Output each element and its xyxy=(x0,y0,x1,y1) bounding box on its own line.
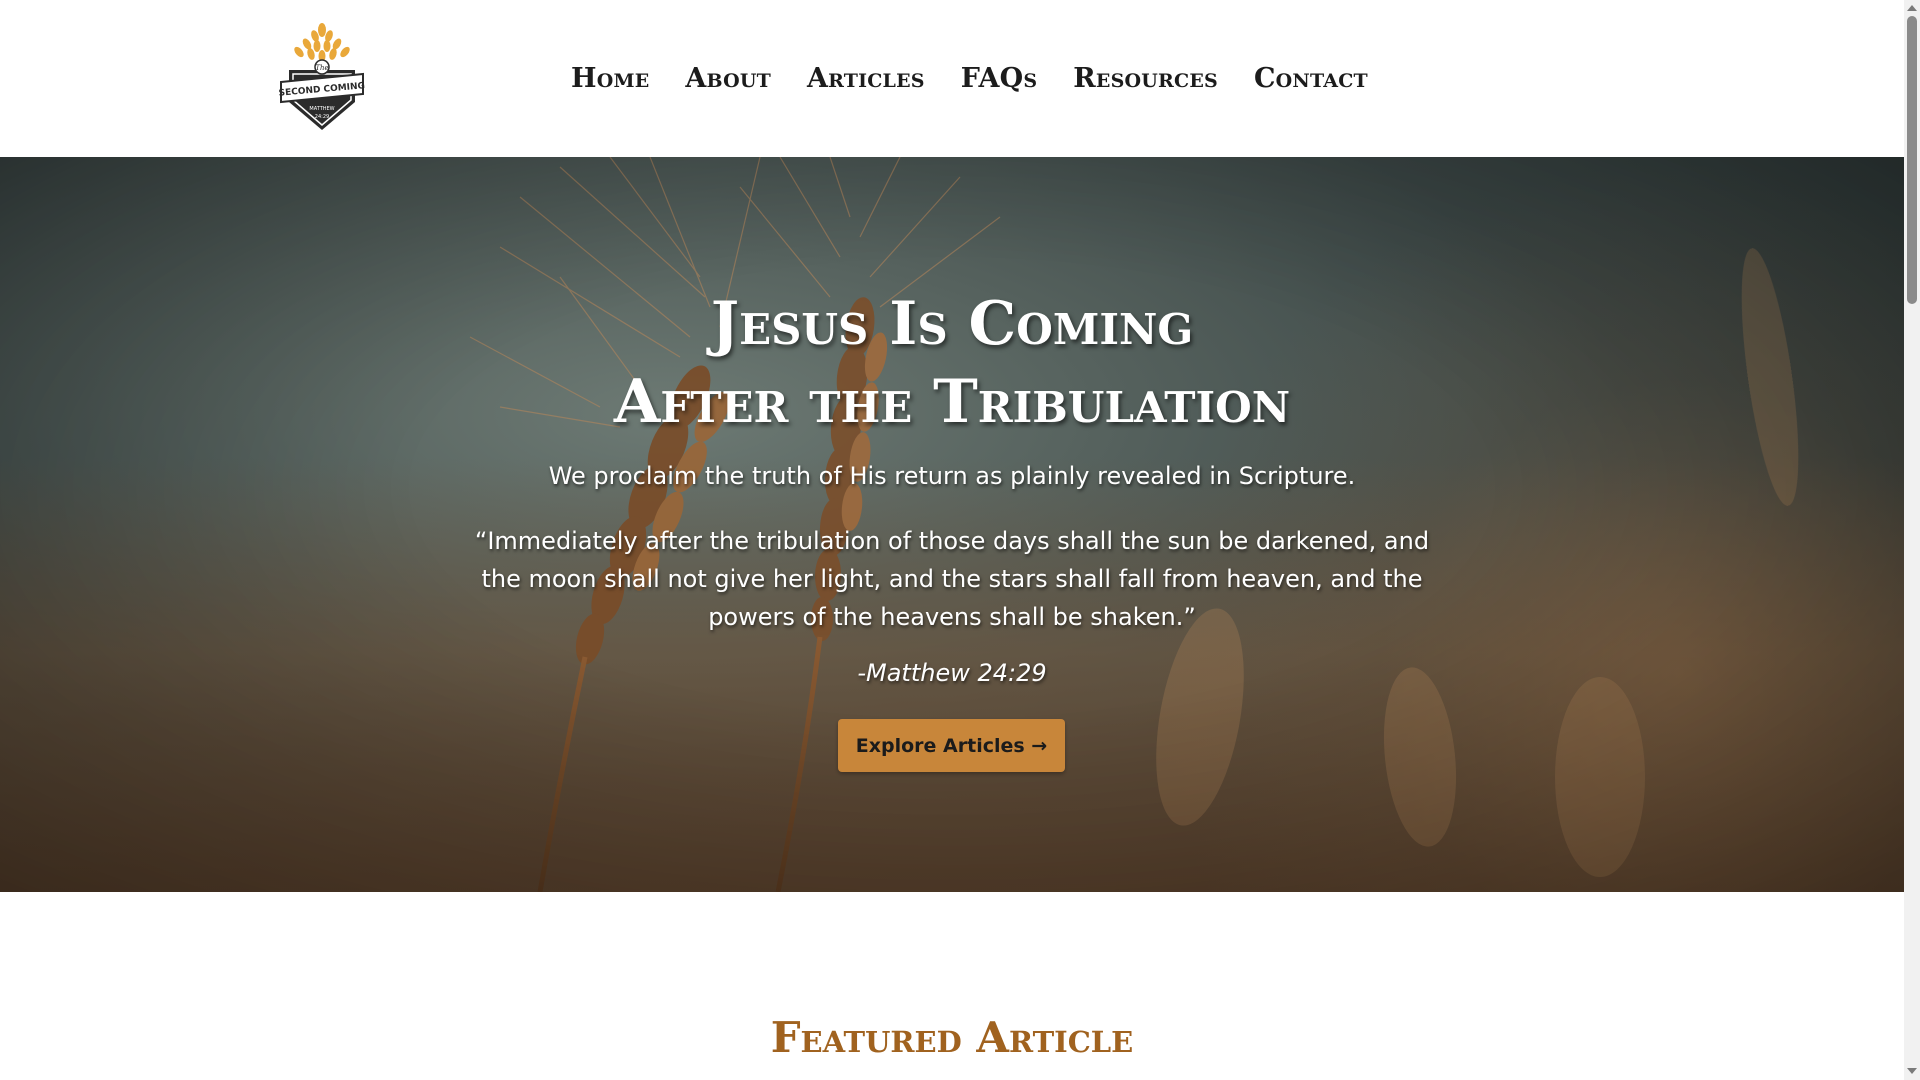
main-nav: Home About Articles FAQs Resources Conta… xyxy=(571,62,1404,96)
logo-icon[interactable]: The SECOND COMING MATTHEW 24:29 xyxy=(279,22,365,134)
hero-content: Jesus Is Coming After the Tribulation We… xyxy=(0,157,1904,892)
featured-article-heading: Featured Article xyxy=(770,1013,1134,1062)
nav-home[interactable]: Home xyxy=(571,62,649,96)
site-header: The SECOND COMING MATTHEW 24:29 Home Abo… xyxy=(0,0,1904,157)
page: The SECOND COMING MATTHEW 24:29 Home Abo… xyxy=(0,0,1904,1080)
hero-title-line2: After the Tribulation xyxy=(613,367,1291,437)
nav-resources[interactable]: Resources xyxy=(1073,62,1218,96)
hero-quote: “Immediately after the tribulation of th… xyxy=(474,527,1430,631)
nav-about[interactable]: About xyxy=(685,62,771,96)
explore-articles-button[interactable]: Explore Articles → xyxy=(838,719,1065,772)
svg-text:24:29: 24:29 xyxy=(315,114,329,120)
svg-text:The: The xyxy=(315,64,328,72)
nav-contact[interactable]: Contact xyxy=(1254,62,1368,96)
page-scrollbar[interactable] xyxy=(1904,0,1920,1080)
hero-title-line1: Jesus Is Coming xyxy=(710,289,1194,359)
hero-scripture-reference: -Matthew 24:29 xyxy=(857,659,1047,687)
scrollbar-thumb[interactable] xyxy=(1907,16,1917,304)
chevron-down-icon[interactable] xyxy=(1907,1068,1917,1074)
hero-section: Jesus Is Coming After the Tribulation We… xyxy=(0,157,1904,892)
nav-faqs[interactable]: FAQs xyxy=(961,62,1038,96)
hero-subtitle: We proclaim the truth of His return as p… xyxy=(548,462,1356,490)
nav-articles[interactable]: Articles xyxy=(807,62,925,96)
svg-text:MATTHEW: MATTHEW xyxy=(309,106,334,112)
chevron-up-icon[interactable] xyxy=(1907,5,1917,11)
